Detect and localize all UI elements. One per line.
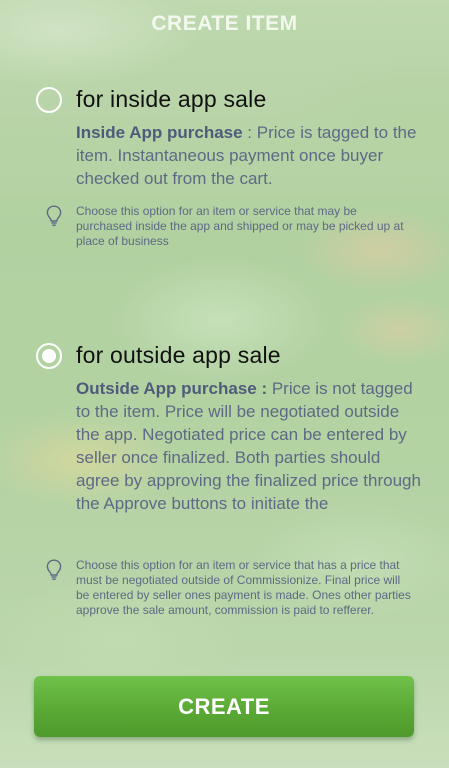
option-outside-app-sale-description-bold: Outside App purchase : [76, 379, 268, 398]
lightbulb-icon [46, 558, 72, 618]
option-inside-app-sale-title: for inside app sale [76, 86, 267, 112]
option-inside-app-sale: for inside app sale Inside App purchase … [36, 86, 426, 249]
option-outside-app-sale-tip-text: Choose this option for an item or servic… [76, 558, 411, 617]
radio-selected-dot [42, 348, 56, 363]
option-outside-app-sale-description-text: Price is not tagged to the item. Price w… [76, 379, 421, 513]
option-inside-app-sale-tip-text: Choose this option for an item or servic… [76, 204, 404, 248]
lightbulb-icon [46, 204, 72, 249]
option-outside-app-sale-toggle[interactable]: for outside app sale [36, 342, 426, 369]
page-title: CREATE ITEM [151, 12, 298, 35]
option-outside-app-sale-description[interactable]: Outside App purchase : Price is not tagg… [76, 377, 426, 538]
option-inside-app-sale-description-bold: Inside App purchase [76, 123, 243, 142]
option-inside-app-sale-tip: Choose this option for an item or servic… [36, 204, 426, 249]
option-inside-app-sale-toggle[interactable]: for inside app sale [36, 86, 426, 113]
option-inside-app-sale-description: Inside App purchase : Price is tagged to… [76, 121, 426, 190]
option-outside-app-sale-title: for outside app sale [76, 342, 281, 368]
option-outside-app-sale-tip: Choose this option for an item or servic… [36, 558, 426, 618]
option-outside-app-sale: for outside app sale Outside App purchas… [36, 342, 426, 618]
radio-inside-app-sale[interactable] [36, 86, 62, 113]
radio-outside-app-sale[interactable] [36, 342, 62, 369]
create-button[interactable]: CREATE [34, 676, 414, 737]
